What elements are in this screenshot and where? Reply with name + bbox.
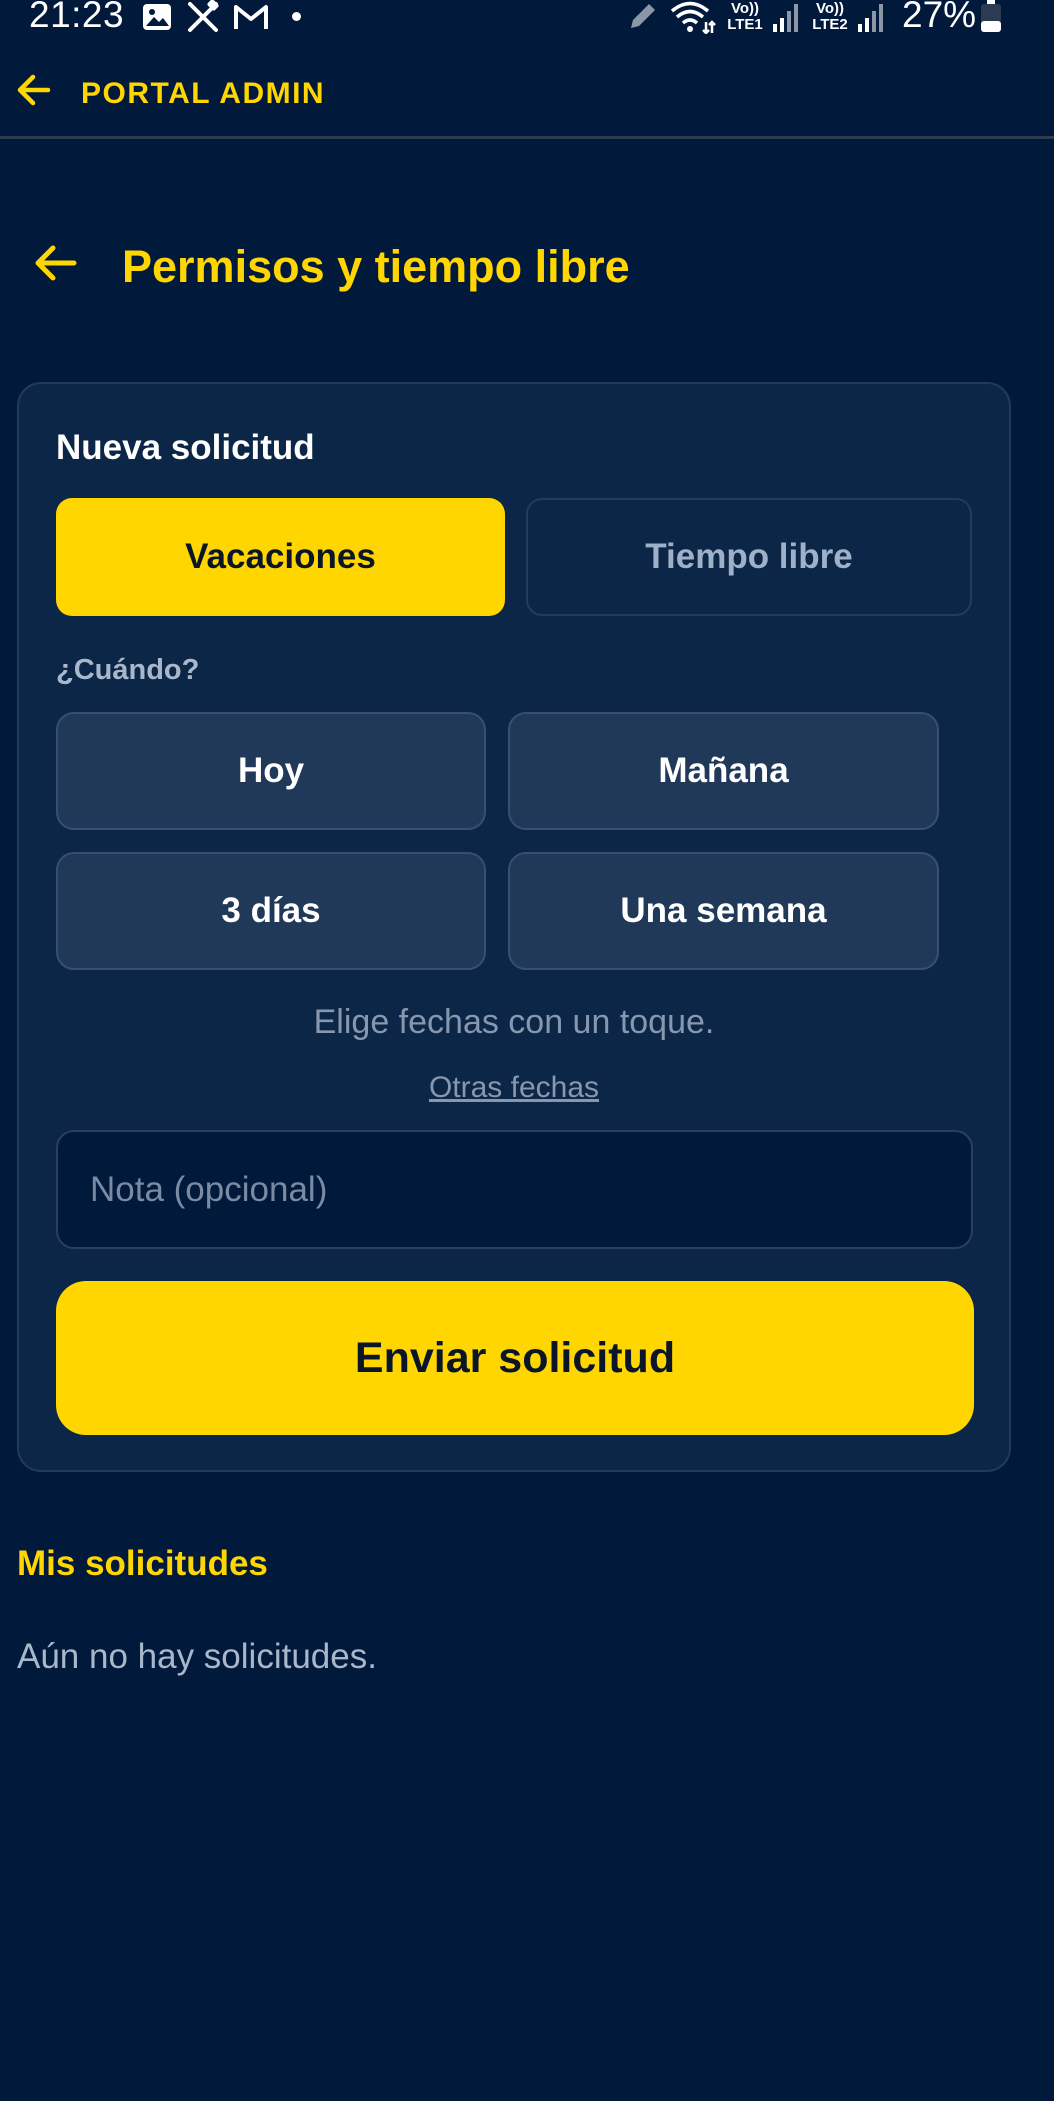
quick-option-manana[interactable]: Mañana: [508, 712, 939, 830]
submit-request-button[interactable]: Enviar solicitud: [56, 1281, 974, 1435]
my-requests-empty-text: Aún no hay solicitudes.: [17, 1637, 377, 1676]
type-vacaciones-label: Vacaciones: [185, 537, 376, 576]
note-input[interactable]: [56, 1130, 973, 1249]
app-bar-title: PORTAL ADMIN: [81, 77, 326, 110]
quick-option-hoy[interactable]: Hoy: [56, 712, 486, 830]
when-label: ¿Cuándo?: [56, 654, 200, 686]
type-tiempo-libre-label: Tiempo libre: [645, 537, 853, 576]
quick-option-label: Mañana: [658, 751, 789, 790]
quick-option-label: Hoy: [237, 751, 305, 790]
other-dates-link[interactable]: Otras fechas: [429, 1071, 599, 1104]
page-title: Permisos y tiempo libre: [122, 241, 630, 292]
type-tiempo-libre-button[interactable]: Tiempo libre: [526, 498, 972, 616]
quick-option-3-dias[interactable]: 3 días: [56, 852, 486, 970]
gmail-icon: [234, 5, 268, 29]
tools-icon: [188, 0, 219, 32]
network-2-top-label: Vo)): [815, 0, 845, 17]
quick-option-label: Una semana: [620, 891, 827, 930]
other-dates-container: Otras fechas: [56, 1071, 972, 1105]
wifi-icon: [670, 1, 716, 34]
status-bar: 21:23 Vo)) LTE1 Vo)) LTE2 27%: [0, 0, 1054, 38]
back-arrow-icon[interactable]: [32, 240, 78, 286]
type-vacaciones-button[interactable]: Vacaciones: [56, 498, 505, 616]
battery-percentage: 27%: [902, 0, 977, 35]
arrow-left-icon[interactable]: [14, 70, 54, 110]
image-icon: [143, 4, 171, 30]
network-2-bottom-label: LTE2: [812, 16, 848, 33]
submit-request-label: Enviar solicitud: [354, 1333, 676, 1382]
signal-1-icon: [773, 4, 798, 32]
quick-option-una-semana[interactable]: Una semana: [508, 852, 939, 970]
app-bar: PORTAL ADMIN: [0, 50, 1054, 139]
signal-2-icon: [858, 4, 883, 32]
battery-icon: [981, 0, 1001, 32]
dot-icon: [292, 12, 301, 21]
quick-option-label: 3 días: [221, 891, 321, 930]
my-requests-title: Mis solicitudes: [17, 1544, 268, 1583]
status-time: 21:23: [29, 0, 125, 35]
network-1-top-label: Vo)): [730, 0, 760, 17]
hint-text: Elige fechas con un toque.: [313, 1003, 715, 1041]
card-title: Nueva solicitud: [56, 428, 315, 467]
network-1-bottom-label: LTE1: [727, 16, 763, 33]
pen-icon: [631, 4, 655, 28]
